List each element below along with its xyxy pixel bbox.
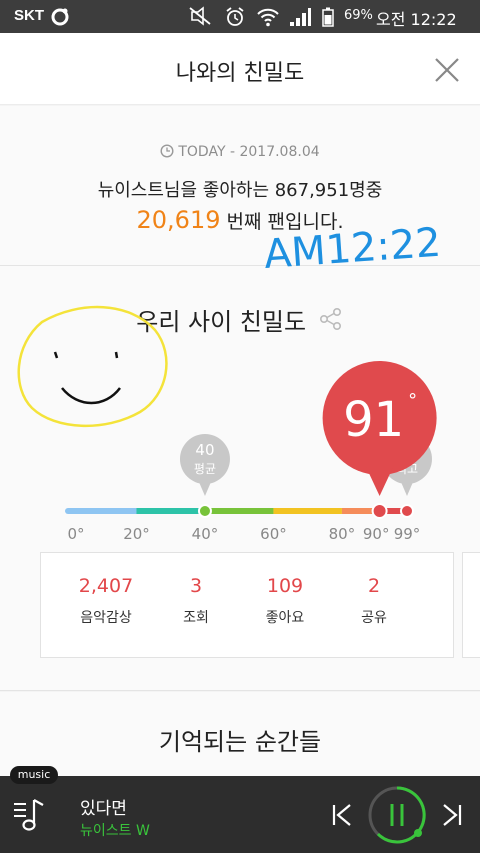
fan-rank-suffix: 번째 팬입니다. [226,211,344,233]
app-notification-icon [50,7,70,31]
gauge-tick-label: 20° [123,525,150,543]
share-button[interactable] [318,306,344,338]
stat-value: 109 [266,575,304,597]
stat-value: 2,407 [78,575,134,597]
playlist-icon [14,799,44,831]
gauge-tick-label: 0° [67,525,84,543]
fan-rank-card: TODAY - 2017.08.04 뉴이스트님을 좋아하는 867,951명중… [0,106,480,266]
moments-title: 기억되는 순간들 [158,728,322,756]
mini-player[interactable] [0,776,480,853]
stat-label: 음악감상 [80,610,132,626]
stats-card: 2,407 음악감상 3 조회 109 좋아요 2 공유 [40,552,454,658]
artist-name[interactable]: 뉴이스트 W [80,820,150,840]
stat-value: 2 [367,575,381,597]
gauge-tick-label: 99° [394,525,421,543]
max-dot [400,504,414,518]
score-unit: ° [408,390,417,411]
playlist-button[interactable] [12,796,52,836]
page-title: 나와의 친밀도 [175,61,305,86]
score-pointer [365,466,394,496]
gauge-tick-label: 90° [363,525,390,543]
status-bar: SKT 69% 오전 12:22 [0,0,480,33]
max-marker-pointer [401,482,413,496]
battery-percent: 69% [344,8,373,23]
skip-next-icon [443,804,462,826]
stat-value: 3 [189,575,203,597]
music-tag: music [10,766,58,784]
stat-label: 조회 [183,610,209,626]
wifi-icon [256,6,280,32]
skip-previous-icon [332,804,351,826]
next-button[interactable] [440,802,464,828]
score-dot [371,503,388,519]
cell-signal-icon [288,7,312,31]
next-stats-card[interactable] [462,552,480,658]
moments-section: 기억되는 순간들 [0,692,480,782]
stat-likes: 109 좋아요 [240,575,330,627]
stat-listen: 2,407 음악감상 [61,575,151,627]
average-marker-value: 40 [195,441,214,459]
close-icon [435,58,459,82]
stat-label: 좋아요 [265,610,305,626]
stat-views: 3 조회 [151,575,241,627]
score-value: 91 [343,392,404,448]
total-fans-text: 뉴이스트님을 좋아하는 867,951명중 [97,180,383,201]
clock-icon [160,144,174,162]
intimacy-section: 우리 사이 친밀도 0°20°40°60°80°90°99°40평균99최고91… [0,266,480,691]
play-pause-button[interactable] [366,784,428,846]
gauge-tick-label: 80° [329,525,356,543]
battery-icon [322,7,334,31]
gauge-tick-label: 60° [260,525,287,543]
signal-off-icon [188,6,212,30]
share-icon [319,307,341,330]
carrier-label: SKT [14,7,44,24]
today-label: TODAY [178,144,226,160]
average-marker-pointer [198,482,211,496]
prev-button[interactable] [330,802,354,828]
pause-icon [368,786,426,844]
today-date-line: TODAY - 2017.08.04 [0,144,480,162]
intimacy-title: 우리 사이 친밀도 [136,308,307,336]
average-dot [197,504,212,518]
status-clock: 오전 12:22 [376,10,457,29]
average-marker-label: 평균 [194,462,216,476]
stat-label: 공유 [361,610,387,626]
stat-shares: 2 공유 [329,575,419,627]
intimacy-gauge: 0°20°40°60°80°90°99°40평균99최고91° [65,361,437,543]
close-button[interactable] [430,53,464,87]
intimacy-title-row: 우리 사이 친밀도 [0,302,480,338]
gauge-tick-label: 40° [192,525,219,543]
song-title[interactable]: 있다면 [80,794,127,819]
page-header: 나와의 친밀도 [0,33,480,105]
fan-rank-number: 20,619 [136,206,221,234]
alarm-icon [224,6,246,32]
fan-rank-line: 20,619 번째 팬입니다. [0,206,480,234]
today-date: 2017.08.04 [239,144,320,160]
